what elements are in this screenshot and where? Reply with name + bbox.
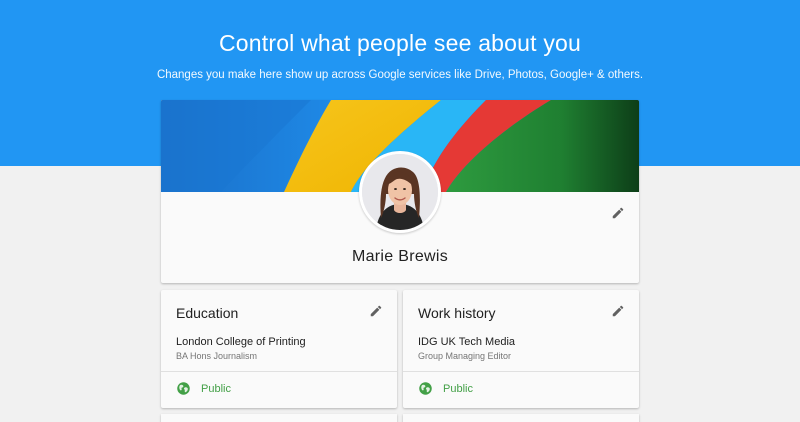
globe-icon — [419, 382, 432, 395]
page-subtitle: Changes you make here show up across Goo… — [156, 69, 644, 81]
profile-card: Marie Brewis — [161, 100, 639, 283]
edit-work-history-button[interactable] — [608, 301, 628, 321]
next-card-left — [161, 414, 397, 422]
job-title: Group Managing Editor — [418, 351, 512, 361]
profile-name: Marie Brewis — [351, 248, 449, 265]
avatar[interactable] — [359, 151, 441, 233]
visibility-label: Public — [443, 382, 473, 395]
education-card: Education London College of Printing BA … — [161, 290, 397, 408]
school-name: London College of Printing — [176, 336, 306, 348]
divider — [403, 371, 639, 372]
divider — [161, 371, 397, 372]
globe-icon — [177, 382, 190, 395]
card-heading: Education — [176, 305, 239, 321]
pencil-icon — [370, 305, 382, 317]
profile-photo — [362, 154, 438, 230]
edit-education-button[interactable] — [366, 301, 386, 321]
pencil-icon — [612, 305, 624, 317]
degree: BA Hons Journalism — [176, 351, 258, 361]
employer-name: IDG UK Tech Media — [418, 336, 516, 348]
pencil-icon — [612, 207, 624, 219]
edit-profile-button[interactable] — [608, 203, 628, 223]
work-history-card: Work history IDG UK Tech Media Group Man… — [403, 290, 639, 408]
page-title: Control what people see about you — [218, 30, 582, 56]
next-card-right — [403, 414, 639, 422]
education-visibility-button[interactable]: Public — [176, 381, 231, 396]
work-history-visibility-button[interactable]: Public — [418, 381, 473, 396]
visibility-label: Public — [201, 382, 231, 395]
card-heading: Work history — [418, 305, 496, 321]
